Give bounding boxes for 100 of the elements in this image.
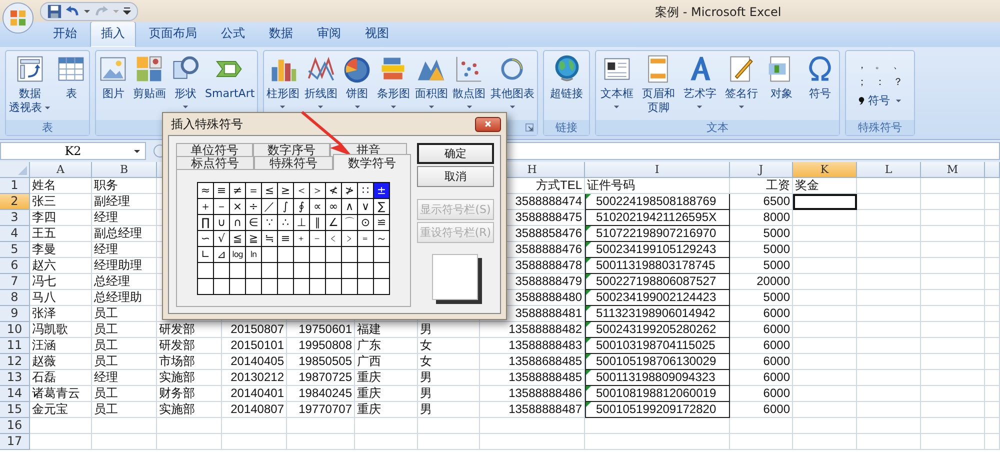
- symbol-cell[interactable]: [310, 278, 325, 294]
- symbol-cell[interactable]: ×: [230, 198, 245, 214]
- symbol-cell[interactable]: ⊿: [214, 246, 229, 262]
- active-cell[interactable]: [793, 194, 857, 210]
- symbol-cell[interactable]: ∑: [374, 198, 389, 214]
- undo-icon[interactable]: [65, 4, 80, 18]
- error-indicator-icon[interactable]: [586, 354, 591, 359]
- dialog-tab[interactable]: 单位符号: [176, 143, 253, 156]
- symbol-cell[interactable]: [262, 246, 277, 262]
- symbol-cell[interactable]: [374, 278, 389, 294]
- symbol-cell[interactable]: √: [214, 230, 229, 246]
- error-indicator-icon[interactable]: [586, 306, 591, 311]
- error-indicator-icon[interactable]: [586, 322, 591, 327]
- row-header[interactable]: 15: [0, 402, 30, 418]
- row-header[interactable]: 14: [0, 386, 30, 402]
- ribbon-button[interactable]: 数据 透视表: [6, 53, 53, 116]
- row-header[interactable]: 17: [0, 434, 30, 450]
- symbol-cell[interactable]: ∪: [214, 214, 229, 230]
- ribbon-tab[interactable]: 公式: [210, 21, 256, 47]
- symbol-button[interactable]: 、: [889, 57, 907, 72]
- symbol-cell[interactable]: [262, 262, 277, 278]
- symbol-cell[interactable]: ≒: [262, 230, 277, 246]
- symbol-cell[interactable]: [198, 262, 213, 278]
- symbol-cell[interactable]: ∝: [310, 198, 325, 214]
- symbol-cell[interactable]: ≮: [326, 182, 341, 198]
- symbol-cell[interactable]: [342, 278, 357, 294]
- dialog-launcher-icon[interactable]: [525, 123, 534, 132]
- symbol-menu-button[interactable]: 符号: [857, 92, 903, 109]
- symbol-cell[interactable]: [198, 278, 213, 294]
- symbol-cell[interactable]: ≡: [278, 230, 293, 246]
- error-indicator-icon[interactable]: [586, 370, 591, 375]
- symbol-cell[interactable]: [358, 278, 373, 294]
- symbol-cell[interactable]: [358, 262, 373, 278]
- dialog-button[interactable]: 取消: [416, 166, 494, 187]
- ribbon-tab[interactable]: 开始: [42, 21, 88, 47]
- ribbon-button[interactable]: 文本框: [598, 53, 636, 111]
- symbol-cell[interactable]: ⌒: [342, 214, 357, 230]
- symbol-cell[interactable]: [278, 262, 293, 278]
- ribbon-button[interactable]: 形状: [168, 53, 202, 111]
- row-header[interactable]: 13: [0, 370, 30, 386]
- symbol-cell[interactable]: [278, 246, 293, 262]
- symbol-cell[interactable]: [246, 278, 261, 294]
- dialog-button[interactable]: 确定: [416, 143, 494, 164]
- symbol-cell[interactable]: [278, 278, 293, 294]
- row-header[interactable]: 10: [0, 322, 30, 338]
- symbol-cell[interactable]: ⊙: [358, 214, 373, 230]
- row-header[interactable]: 16: [0, 418, 30, 434]
- ribbon-button[interactable]: 柱形图: [264, 53, 302, 111]
- symbol-cell[interactable]: [262, 278, 277, 294]
- symbol-cell[interactable]: [294, 262, 309, 278]
- symbol-cell[interactable]: ∷: [358, 182, 373, 198]
- ribbon-button[interactable]: 饼图: [340, 53, 374, 111]
- symbol-cell[interactable]: [342, 262, 357, 278]
- ribbon-button[interactable]: SmartArt: [203, 53, 257, 102]
- symbol-cell[interactable]: ≥: [278, 182, 293, 198]
- ribbon-tab[interactable]: 数据: [258, 21, 304, 47]
- column-header[interactable]: I: [585, 162, 730, 178]
- symbol-cell[interactable]: ﹤: [326, 230, 341, 246]
- name-box[interactable]: K2: [0, 142, 146, 160]
- symbol-cell[interactable]: [294, 246, 309, 262]
- symbol-cell[interactable]: ≌: [374, 214, 389, 230]
- symbol-cell[interactable]: [326, 246, 341, 262]
- ribbon-button[interactable]: 签名行: [722, 53, 760, 111]
- symbol-button[interactable]: ？: [889, 74, 907, 89]
- row-header[interactable]: 11: [0, 338, 30, 354]
- column-header[interactable]: B: [92, 162, 157, 178]
- dialog-tab[interactable]: 数字序号: [253, 143, 330, 156]
- symbol-cell[interactable]: ∟: [198, 246, 213, 262]
- error-indicator-icon[interactable]: [586, 386, 591, 391]
- symbol-cell[interactable]: ≯: [342, 182, 357, 198]
- symbol-cell[interactable]: ∏: [198, 214, 213, 230]
- ribbon-button[interactable]: 艺术字: [681, 53, 718, 111]
- ribbon-button[interactable]: 图片: [96, 53, 130, 102]
- symbol-cell[interactable]: ∵: [262, 214, 277, 230]
- symbol-cell[interactable]: ±: [374, 182, 389, 198]
- ribbon-button[interactable]: 散点图: [450, 53, 488, 111]
- symbol-cell[interactable]: ≦: [230, 230, 245, 246]
- symbol-cell[interactable]: ∠: [326, 214, 341, 230]
- ribbon-button[interactable]: 符号: [802, 53, 837, 102]
- symbol-cell[interactable]: ≤: [262, 182, 277, 198]
- column-header[interactable]: J: [730, 162, 793, 178]
- symbol-cell[interactable]: ＞: [310, 182, 325, 198]
- symbol-cell[interactable]: ﹥: [342, 230, 357, 246]
- symbol-cell[interactable]: ≈: [198, 182, 213, 198]
- symbol-cell[interactable]: [374, 246, 389, 262]
- symbol-cell[interactable]: ﹢: [294, 230, 309, 246]
- symbol-cell[interactable]: [342, 246, 357, 262]
- symbol-cell[interactable]: [230, 262, 245, 278]
- column-header[interactable]: A: [30, 162, 92, 178]
- symbol-cell[interactable]: ln: [246, 246, 261, 262]
- ribbon-tab[interactable]: 页面布局: [138, 21, 208, 47]
- symbol-cell[interactable]: ÷: [246, 198, 261, 214]
- caret-icon[interactable]: [83, 7, 91, 15]
- symbol-cell[interactable]: ～: [374, 230, 389, 246]
- error-indicator-icon[interactable]: [586, 194, 591, 199]
- ribbon-tab[interactable]: 审阅: [306, 21, 352, 47]
- ribbon-tab[interactable]: 插入: [90, 21, 136, 47]
- symbol-cell[interactable]: [374, 262, 389, 278]
- symbol-cell[interactable]: ∽: [198, 230, 213, 246]
- dialog-tab[interactable]: 特殊符号: [254, 156, 333, 169]
